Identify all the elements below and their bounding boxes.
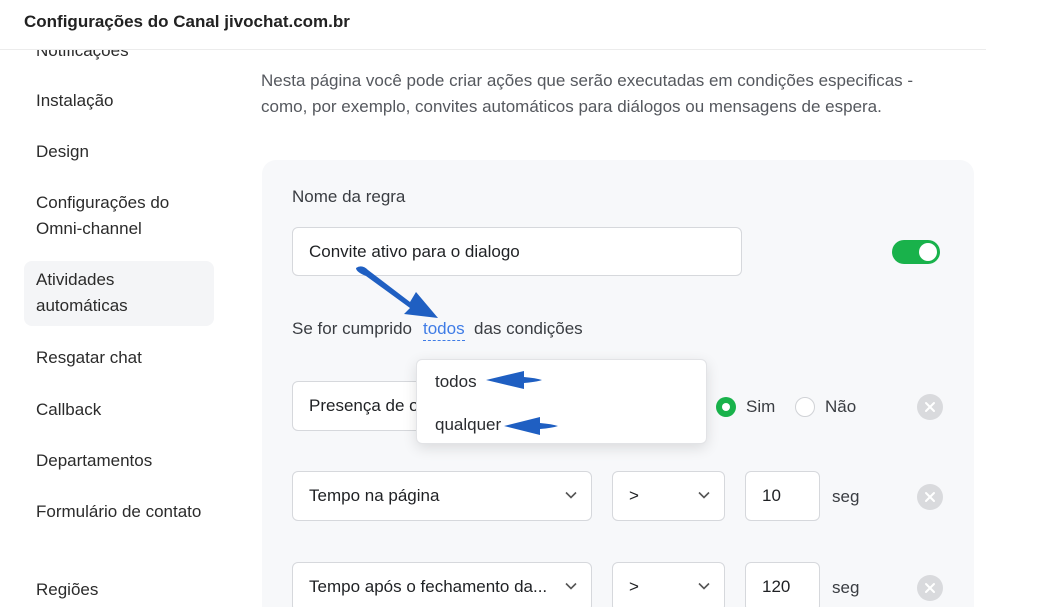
condition-operator-value-2: > (629, 486, 639, 505)
remove-condition-button-3[interactable] (917, 575, 943, 601)
sidebar-item-design[interactable]: Design (24, 139, 214, 165)
chevron-down-icon (698, 582, 710, 590)
condition-unit-2: seg (832, 487, 860, 506)
condition-value-3: 120 (762, 577, 791, 596)
sidebar-item-instalacao[interactable]: Instalação (24, 88, 214, 114)
condition-field-value-3: Tempo após o fechamento da... (309, 577, 548, 596)
condition-suffix: das condições (474, 319, 583, 338)
sidebar-item-atividades-automaticas[interactable]: Atividades automáticas (24, 261, 214, 326)
condition-operator-select-3[interactable]: > (612, 562, 725, 607)
chevron-down-icon (565, 491, 577, 499)
condition-unit-3: seg (832, 578, 860, 597)
sidebar-item-notificacoes[interactable]: Notificações (24, 50, 214, 64)
condition-field-select-3[interactable]: Tempo após o fechamento da... (292, 562, 592, 607)
remove-condition-button-1[interactable] (917, 394, 943, 420)
page-description: Nesta página você pode criar ações que s… (261, 71, 914, 116)
condition-value-input-2[interactable]: 10 (745, 471, 820, 521)
close-icon (925, 583, 935, 593)
chevron-down-icon (698, 491, 710, 499)
radio-sim-label: Sim (746, 397, 776, 416)
dropdown-option-todos[interactable]: todos (435, 372, 477, 392)
radio-sim[interactable] (716, 397, 736, 417)
condition-value-2: 10 (762, 486, 781, 505)
arrow-annotation-icon (356, 266, 438, 318)
sidebar-item-departamentos[interactable]: Departamentos (24, 448, 214, 474)
chevron-down-icon (565, 582, 577, 590)
sidebar-item-formulario-contato[interactable]: Formulário de contato (24, 499, 214, 525)
condition-prefix: Se for cumprido (292, 319, 412, 338)
dropdown-option-qualquer[interactable]: qualquer (435, 415, 501, 435)
condition-value-input-3[interactable]: 120 (745, 562, 820, 607)
remove-condition-button-2[interactable] (917, 484, 943, 510)
sidebar: Notificações Instalação Design Configura… (24, 50, 214, 607)
arrow-annotation-icon (486, 371, 542, 389)
sidebar-item-omni-channel[interactable]: Configurações do Omni-channel (24, 190, 214, 242)
sidebar-item-callback[interactable]: Callback (24, 397, 214, 423)
top-bar: Configurações do Canal jivochat.com.br (0, 0, 986, 50)
close-icon (925, 492, 935, 502)
condition-field-value-1: Presença de o (309, 396, 419, 415)
condition-field-value-2: Tempo na página (309, 486, 440, 505)
arrow-annotation-icon (504, 417, 558, 435)
toggle-knob (919, 243, 937, 261)
rule-name-label: Nome da regra (292, 187, 406, 206)
radio-nao-label: Não (825, 397, 857, 416)
condition-field-select-2[interactable]: Tempo na página (292, 471, 592, 521)
sidebar-item-regioes[interactable]: Regiões (24, 577, 214, 603)
condition-mode-dropdown: todos qualquer (416, 359, 707, 444)
condition-operator-select-2[interactable]: > (612, 471, 725, 521)
sidebar-item-resgatar-chat[interactable]: Resgatar chat (24, 345, 214, 371)
radio-nao[interactable] (795, 397, 815, 417)
close-icon (925, 402, 935, 412)
rule-name-value: Convite ativo para o dialogo (309, 241, 520, 261)
rule-enabled-toggle[interactable] (892, 240, 940, 264)
condition-operator-value-3: > (629, 577, 639, 596)
page-title: Configurações do Canal jivochat.com.br (24, 12, 350, 31)
